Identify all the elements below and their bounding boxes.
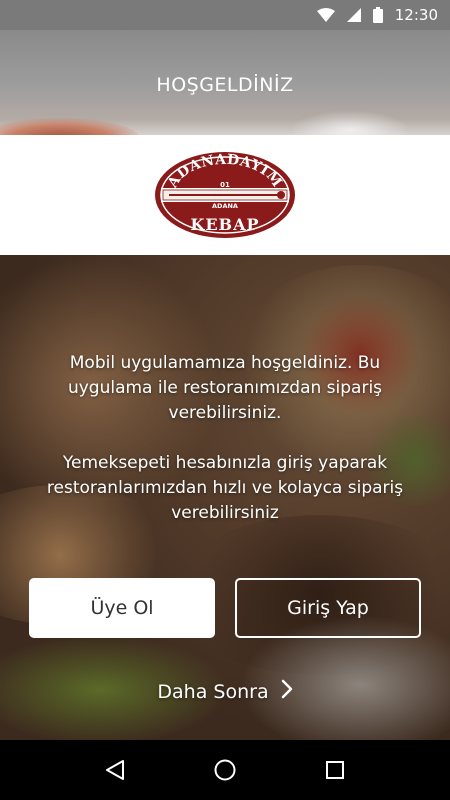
logo-band: 01 ADANA ADANADAYIM KEBAP xyxy=(0,135,450,255)
back-icon[interactable] xyxy=(95,750,135,790)
status-bar: 12:30 xyxy=(0,0,450,30)
home-icon[interactable] xyxy=(205,750,245,790)
later-button[interactable]: Daha Sonra xyxy=(0,679,450,704)
logo-bottom-text: KEBAP xyxy=(190,215,259,234)
header-background-plate xyxy=(0,118,140,135)
register-button[interactable]: Üye Ol xyxy=(29,578,215,638)
login-info-text: Yemeksepeti hesabınızla giriş yaparak re… xyxy=(46,453,404,523)
logo-number: 01 xyxy=(220,181,230,189)
header-background-glass xyxy=(290,110,410,135)
wifi-icon xyxy=(316,8,335,22)
navigation-bar xyxy=(0,740,450,800)
signal-icon xyxy=(346,8,361,22)
restaurant-logo: 01 ADANA ADANADAYIM KEBAP xyxy=(155,152,295,238)
later-label: Daha Sonra xyxy=(157,680,269,703)
battery-icon xyxy=(372,7,383,23)
chevron-right-icon xyxy=(281,679,293,704)
welcome-text: Mobil uygulamamıza hoşgeldiniz. Bu uygul… xyxy=(67,353,383,423)
page-title: HOŞGELDİNİZ xyxy=(156,74,294,96)
login-button[interactable]: Giriş Yap xyxy=(235,578,421,638)
recents-icon[interactable] xyxy=(315,750,355,790)
food-background: Mobil uygulamamıza hoşgeldiniz. Bu uygul… xyxy=(0,255,450,740)
logo-city: ADANA xyxy=(212,202,238,210)
status-time: 12:30 xyxy=(394,6,438,24)
header: HOŞGELDİNİZ xyxy=(0,30,450,135)
